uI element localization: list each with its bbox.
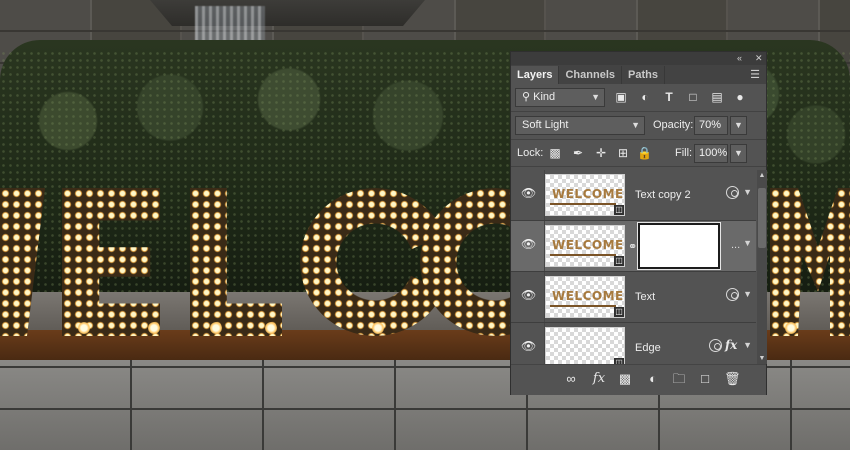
adjustment-filter-icon[interactable]: ◐ [638, 90, 652, 104]
lock-label: Lock: [517, 147, 544, 159]
fx-icon[interactable]: fx [591, 371, 607, 387]
panel-title-bar[interactable]: « ✕ [511, 52, 766, 65]
layer-thumbnail[interactable]: WELCOME ◫ [545, 225, 625, 267]
bulb [78, 322, 90, 334]
smart-object-filter-icon[interactable]: ▤ [710, 90, 724, 104]
filter-toggle-icon[interactable]: ● [733, 90, 747, 104]
smart-object-badge-icon: ◫ [614, 256, 624, 266]
scroll-down-icon[interactable]: ▼ [757, 355, 767, 362]
layer-effects-fx-icon[interactable]: fx [725, 338, 737, 352]
layer-mask-thumbnail[interactable] [637, 222, 721, 270]
fill-chevron-icon[interactable]: ▼ [730, 144, 747, 163]
eye-icon[interactable]: 👁 [521, 187, 536, 199]
smart-object-badge-icon: ◫ [614, 205, 624, 215]
search-icon: ⚲ [522, 91, 531, 103]
thumbnail-underline [550, 203, 616, 205]
visibility-column: 👁 [511, 323, 545, 364]
chevron-down-icon[interactable]: ▼ [743, 340, 752, 350]
image-filter-icon[interactable]: ▣ [614, 90, 628, 104]
shape-filter-icon[interactable]: □ [686, 90, 700, 104]
layers-panel: « ✕ Layers Channels Paths ☰ ⚲ Kind ▼ ▣ ◐… [510, 51, 767, 395]
collapse-icon[interactable]: « [737, 53, 742, 64]
layer-row-text-copy-2[interactable]: 👁 WELCOME ◫ Text copy 2 ▼ [511, 170, 756, 221]
opacity-label: Opacity: [653, 119, 694, 131]
tab-channels[interactable]: Channels [559, 66, 622, 84]
lock-transparent-icon[interactable]: ▩ [548, 146, 562, 160]
chevron-down-icon[interactable]: ▼ [743, 238, 752, 248]
opacity-input[interactable]: 70% [694, 116, 728, 135]
layer-thumbnail[interactable]: WELCOME ◫ [545, 276, 625, 318]
link-layers-icon[interactable]: ∞ [563, 371, 579, 387]
lock-position-icon[interactable]: ✛ [594, 146, 608, 160]
close-panel-icon[interactable]: ✕ [755, 53, 763, 64]
chevron-down-icon: ▼ [591, 92, 600, 102]
chevron-down-icon[interactable]: ▼ [743, 289, 752, 299]
lock-artboard-icon[interactable]: ⊞ [616, 146, 630, 160]
layers-scrollbar[interactable]: ▲ ▼ [757, 170, 767, 364]
eye-icon[interactable]: 👁 [521, 238, 536, 250]
layer-name[interactable]: Edge [635, 342, 661, 354]
blend-mode-dropdown[interactable]: Soft Light ▼ [515, 116, 645, 135]
panel-footer: ∞ fx ▩ ◐ 🗀 □ 🗑 [511, 364, 766, 395]
adjustment-layer-icon[interactable]: ◐ [645, 371, 661, 387]
more-indicator: ... [731, 239, 741, 251]
thumbnail-text: WELCOME [552, 238, 624, 252]
opacity-chevron-icon[interactable]: ▼ [730, 116, 747, 135]
thumbnail-text: WELCOME [552, 289, 624, 303]
marquee-letter-e [62, 188, 160, 336]
smart-filter-link-icon[interactable] [726, 288, 739, 301]
fill-label: Fill: [675, 147, 693, 159]
lock-row: Lock: ▩ ✒ ✛ ⊞ 🔒 Fill: 100% ▼ [511, 140, 766, 167]
fountain-ledge [150, 0, 425, 26]
bulb [265, 322, 277, 334]
thumbnail-underline [550, 254, 616, 256]
chevron-down-icon: ▼ [631, 120, 640, 130]
layer-name[interactable]: Text [635, 291, 655, 303]
visibility-column: 👁 [511, 170, 545, 220]
eye-icon[interactable]: 👁 [521, 289, 536, 301]
layer-name[interactable]: Text copy 2 [635, 189, 691, 201]
layer-row-text[interactable]: 👁 WELCOME ◫ Text ▼ [511, 272, 756, 323]
bulb [148, 322, 160, 334]
type-filter-icon[interactable]: T [662, 90, 676, 104]
layer-thumbnail[interactable]: WELCOME ◫ [545, 174, 625, 216]
smart-object-badge-icon: ◫ [614, 307, 624, 317]
fill-input[interactable]: 100% [694, 144, 728, 163]
layer-row-edge[interactable]: 👁 ◫ Edge fx ▼ [511, 323, 756, 364]
wall-joint [0, 30, 850, 32]
smart-filter-link-icon[interactable] [709, 339, 722, 352]
new-layer-icon[interactable]: □ [697, 371, 713, 387]
mask-link-icon[interactable]: ⚭ [628, 240, 637, 253]
group-folder-icon[interactable]: 🗀 [671, 371, 687, 387]
bulb [785, 322, 797, 334]
panel-tabs: Layers Channels Paths ☰ [511, 65, 766, 84]
filter-row: ⚲ Kind ▼ ▣ ◐ T □ ▤ ● [511, 84, 766, 112]
panel-menu-icon[interactable]: ☰ [750, 68, 760, 81]
lock-all-icon[interactable]: 🔒 [637, 146, 652, 160]
layer-thumbnail[interactable]: ◫ [545, 327, 625, 364]
blend-row: Soft Light ▼ Opacity: 70% ▼ [511, 112, 766, 140]
lock-paint-icon[interactable]: ✒ [571, 146, 585, 160]
layers-list: 👁 WELCOME ◫ Text copy 2 ▼ 👁 WELCOME ◫ ⚭ … [511, 170, 756, 364]
visibility-column: 👁 [511, 221, 545, 271]
layer-row-selected[interactable]: 👁 WELCOME ◫ ⚭ ... ▼ [511, 221, 756, 272]
filter-kind-label: Kind [533, 91, 556, 103]
bulb [372, 322, 384, 334]
add-mask-icon[interactable]: ▩ [617, 371, 633, 387]
visibility-column: 👁 [511, 272, 545, 322]
scroll-up-icon[interactable]: ▲ [757, 172, 767, 179]
delete-icon[interactable]: 🗑 [724, 371, 741, 387]
tab-layers[interactable]: Layers [511, 66, 560, 84]
thumbnail-underline [550, 305, 616, 307]
chevron-down-icon[interactable]: ▼ [743, 187, 752, 197]
tab-paths[interactable]: Paths [622, 66, 665, 84]
thumbnail-text: WELCOME [552, 187, 624, 201]
bulb [210, 322, 222, 334]
eye-icon[interactable]: 👁 [521, 340, 536, 352]
scroll-thumb[interactable] [758, 188, 766, 248]
filter-kind-dropdown[interactable]: ⚲ Kind ▼ [515, 88, 605, 107]
smart-filter-link-icon[interactable] [726, 186, 739, 199]
blend-mode-value: Soft Light [522, 119, 569, 131]
